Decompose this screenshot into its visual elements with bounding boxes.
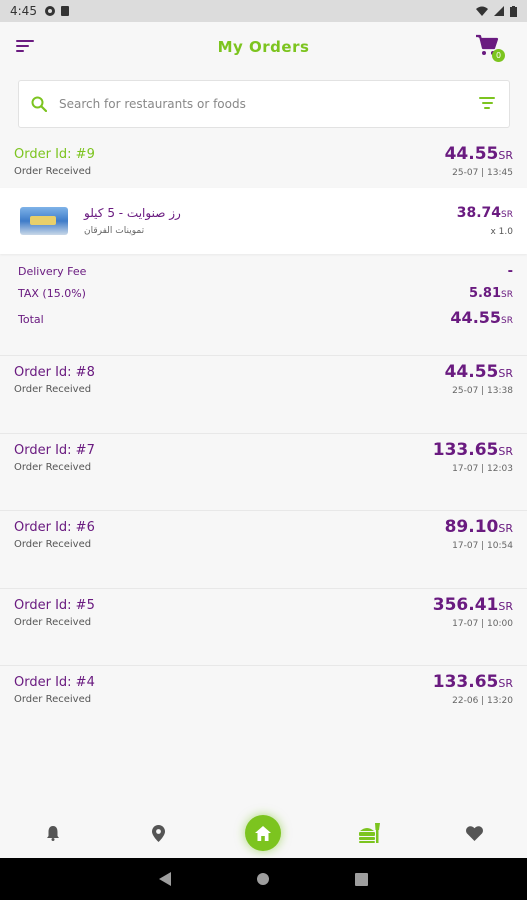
nav-location[interactable]	[138, 813, 178, 853]
sim-status-icon	[60, 6, 69, 16]
order-id: Order Id: #9	[14, 147, 95, 162]
order-id: Order Id: #4	[14, 675, 95, 690]
order-date: 17-07 | 12:03	[452, 463, 513, 474]
delivery-fee-label: Delivery Fee	[18, 265, 87, 278]
item-price-currency: SR	[501, 210, 513, 220]
bottom-nav	[0, 808, 527, 858]
order-id: Order Id: #5	[14, 597, 95, 613]
bell-icon	[46, 826, 59, 841]
location-pin-icon	[151, 824, 165, 842]
item-quantity: x 1.0	[490, 227, 514, 237]
nav-notifications[interactable]	[33, 813, 73, 853]
order-item: رز صنوايت - 5 كيلو تموينات الفرقان 38.74…	[0, 188, 527, 254]
total-currency: SR	[501, 316, 513, 326]
signal-icon	[494, 6, 504, 16]
order-id: Order Id: #6	[14, 520, 95, 535]
home-icon	[255, 825, 272, 841]
heart-icon	[465, 825, 483, 841]
order-row-7[interactable]: Order Id: #7 Order Received 133.65SR 17-…	[0, 433, 527, 511]
order-currency: SR	[498, 677, 513, 690]
nav-favorites[interactable]	[454, 813, 494, 853]
item-name: رز صنوايت - 5 كيلو	[84, 206, 181, 220]
order-currency: SR	[498, 599, 513, 613]
order-amount-value: 133.65	[432, 439, 499, 460]
total-row: Total 44.55SR	[18, 308, 513, 330]
order-amount-value: 133.65	[432, 672, 499, 692]
order-status: Order Received	[14, 694, 92, 705]
page-title: My Orders	[217, 38, 310, 56]
app-header: My Orders 0	[0, 22, 527, 72]
order-amount-value: 356.41	[432, 594, 499, 615]
order-row-5[interactable]: Order Id: #5 Order Received 356.41SR 17-…	[0, 588, 527, 666]
tax-value: 5.81	[468, 286, 502, 301]
order-amount-value: 44.55	[444, 144, 499, 164]
nav-restaurants[interactable]	[349, 813, 389, 853]
order-summary: Delivery Fee - TAX (15.0%) 5.81SR Total …	[0, 254, 527, 356]
delivery-fee-row: Delivery Fee -	[18, 264, 513, 286]
item-store: تموينات الفرقان	[84, 226, 145, 236]
battery-icon	[510, 5, 517, 17]
order-date: 17-07 | 10:00	[452, 618, 513, 629]
order-status: Order Received	[14, 461, 92, 473]
order-status: Order Received	[14, 166, 92, 177]
settings-status-icon	[44, 6, 55, 16]
cart-button[interactable]: 0	[475, 34, 505, 62]
status-bar: 4:45	[0, 0, 527, 22]
order-id: Order Id: #7	[14, 442, 95, 458]
filter-button[interactable]	[477, 97, 497, 111]
order-date: 25-07 | 13:45	[452, 168, 513, 178]
total-value: 44.55	[450, 308, 502, 327]
home-circle-icon[interactable]	[256, 872, 270, 886]
order-currency: SR	[498, 522, 513, 535]
order-date: 25-07 | 13:38	[452, 386, 513, 396]
home-button[interactable]	[245, 815, 282, 851]
order-date: 22-06 | 13:20	[452, 696, 513, 706]
search-bar	[18, 80, 510, 128]
order-row-8[interactable]: Order Id: #8 Order Received 44.55SR 25-0…	[0, 356, 527, 434]
delivery-fee-value: -	[507, 264, 513, 279]
search-input[interactable]	[59, 97, 477, 111]
order-amount-value: 89.10	[444, 517, 499, 537]
order-id: Order Id: #8	[14, 365, 95, 380]
back-icon[interactable]	[159, 872, 171, 886]
order-amount-value: 44.55	[444, 362, 499, 382]
item-image	[20, 207, 68, 235]
order-currency: SR	[498, 444, 513, 458]
item-price: 38.74SR	[457, 205, 513, 221]
order-row-4[interactable]: Order Id: #4 Order Received 133.65SR 22-…	[0, 666, 527, 744]
order-row-9[interactable]: Order Id: #9 Order Received 44.55SR 25-0…	[0, 138, 527, 188]
order-date: 17-07 | 10:54	[452, 541, 513, 551]
status-time: 4:45	[10, 4, 37, 18]
tax-row: TAX (15.0%) 5.81SR	[18, 286, 513, 308]
search-icon	[31, 96, 47, 112]
order-status: Order Received	[14, 539, 92, 550]
orders-list: Order Id: #9 Order Received 44.55SR 25-0…	[0, 138, 527, 744]
order-currency: SR	[498, 367, 513, 380]
order-amount: 44.55SR	[445, 144, 513, 164]
menu-button[interactable]	[16, 40, 34, 54]
total-label: Total	[18, 313, 44, 326]
order-row-6[interactable]: Order Id: #6 Order Received 89.10SR 17-0…	[0, 511, 527, 589]
order-currency: SR	[498, 149, 513, 162]
tax-currency: SR	[501, 290, 513, 300]
order-status: Order Received	[14, 384, 92, 395]
nav-home[interactable]	[243, 813, 283, 853]
restaurant-icon	[358, 823, 380, 843]
cart-count-badge: 0	[492, 49, 505, 62]
recents-icon[interactable]	[355, 872, 368, 886]
wifi-icon	[476, 6, 488, 16]
order-status: Order Received	[14, 616, 92, 628]
tax-label: TAX (15.0%)	[18, 287, 86, 300]
item-price-value: 38.74	[456, 205, 502, 221]
system-nav-bar	[0, 858, 527, 900]
